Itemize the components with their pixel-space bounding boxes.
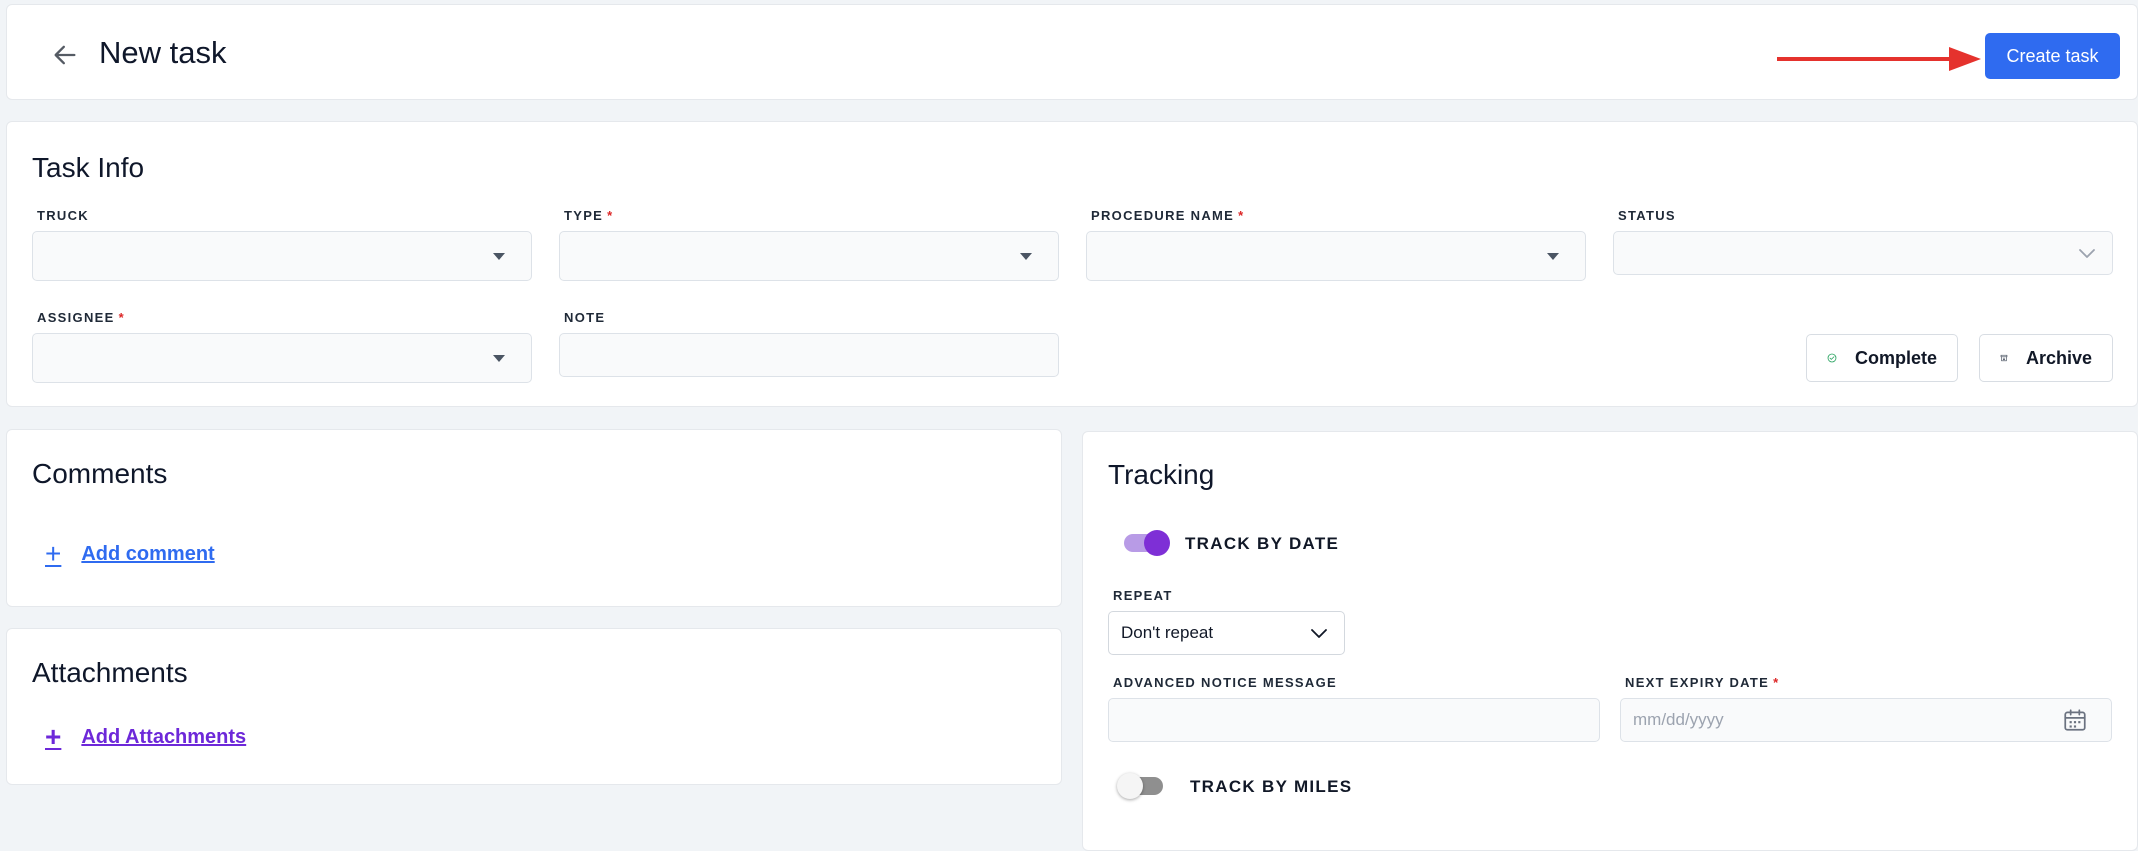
status-select[interactable] — [1613, 231, 2113, 275]
back-button[interactable] — [47, 37, 83, 73]
add-comment-link[interactable]: + Add comment — [45, 540, 215, 568]
advanced-notice-input[interactable] — [1108, 698, 1600, 742]
comments-card: Comments + Add comment — [6, 429, 1062, 607]
check-circle-icon — [1827, 353, 1837, 363]
next-expiry-date-input[interactable] — [1620, 698, 2112, 742]
truck-label: TRUCK — [37, 208, 89, 223]
archive-icon — [2000, 354, 2008, 362]
assignee-select[interactable] — [32, 333, 532, 383]
status-label: STATUS — [1618, 208, 1676, 223]
required-marker: * — [607, 208, 614, 223]
plus-icon: + — [45, 721, 62, 752]
tracking-card: Tracking TRACK BY DATE REPEAT Don't repe… — [1082, 431, 2138, 851]
task-info-title: Task Info — [32, 152, 145, 183]
type-select[interactable] — [559, 231, 1059, 281]
create-task-button[interactable]: Create task — [1985, 33, 2120, 79]
complete-button[interactable]: Complete — [1806, 334, 1958, 382]
track-by-miles-label: TRACK BY MILES — [1190, 777, 1353, 796]
toggle-knob — [1144, 530, 1170, 556]
attachments-title: Attachments — [32, 657, 188, 688]
procedure-name-select[interactable] — [1086, 231, 1586, 281]
archive-button[interactable]: Archive — [1979, 334, 2113, 382]
caret-down-icon — [1020, 253, 1032, 260]
assignee-label: ASSIGNEE * — [37, 310, 125, 325]
page-title: New task — [99, 35, 227, 70]
note-input[interactable] — [559, 333, 1059, 377]
chevron-down-icon — [2079, 249, 2095, 258]
caret-down-icon — [493, 253, 505, 260]
track-by-date-label: TRACK BY DATE — [1185, 534, 1340, 553]
attachments-card: Attachments + Add Attachments — [6, 628, 1062, 785]
chevron-down-icon — [1311, 629, 1327, 638]
type-label: TYPE * — [564, 208, 614, 223]
track-by-miles-toggle[interactable] — [1117, 773, 1163, 799]
tracking-title: Tracking — [1108, 459, 1215, 490]
required-marker: * — [1773, 675, 1780, 690]
track-by-date-toggle[interactable] — [1124, 530, 1170, 556]
annotation-arrow-icon — [1777, 47, 1981, 71]
caret-down-icon — [1547, 253, 1559, 260]
arrow-left-icon — [54, 45, 76, 65]
advanced-notice-label: ADVANCED NOTICE MESSAGE — [1113, 675, 1337, 690]
truck-select[interactable] — [32, 231, 532, 281]
next-expiry-label: NEXT EXPIRY DATE * — [1625, 675, 1780, 690]
task-info-card: Task Info TRUCK TYPE * PROCEDURE NAME * ST… — [6, 121, 2138, 407]
required-marker: * — [1238, 208, 1245, 223]
comments-title: Comments — [32, 458, 168, 489]
plus-icon: + — [45, 538, 62, 569]
toggle-knob — [1117, 773, 1143, 799]
procedure-name-label: PROCEDURE NAME * — [1091, 208, 1245, 223]
repeat-select[interactable]: Don't repeat — [1108, 611, 1345, 655]
caret-down-icon — [493, 355, 505, 362]
calendar-icon[interactable] — [2062, 707, 2088, 733]
required-marker: * — [118, 310, 125, 325]
add-attachments-link[interactable]: + Add Attachments — [45, 723, 246, 751]
note-label: NOTE — [564, 310, 606, 325]
page-header: New task Create task — [6, 4, 2138, 100]
repeat-label: REPEAT — [1113, 588, 1173, 603]
